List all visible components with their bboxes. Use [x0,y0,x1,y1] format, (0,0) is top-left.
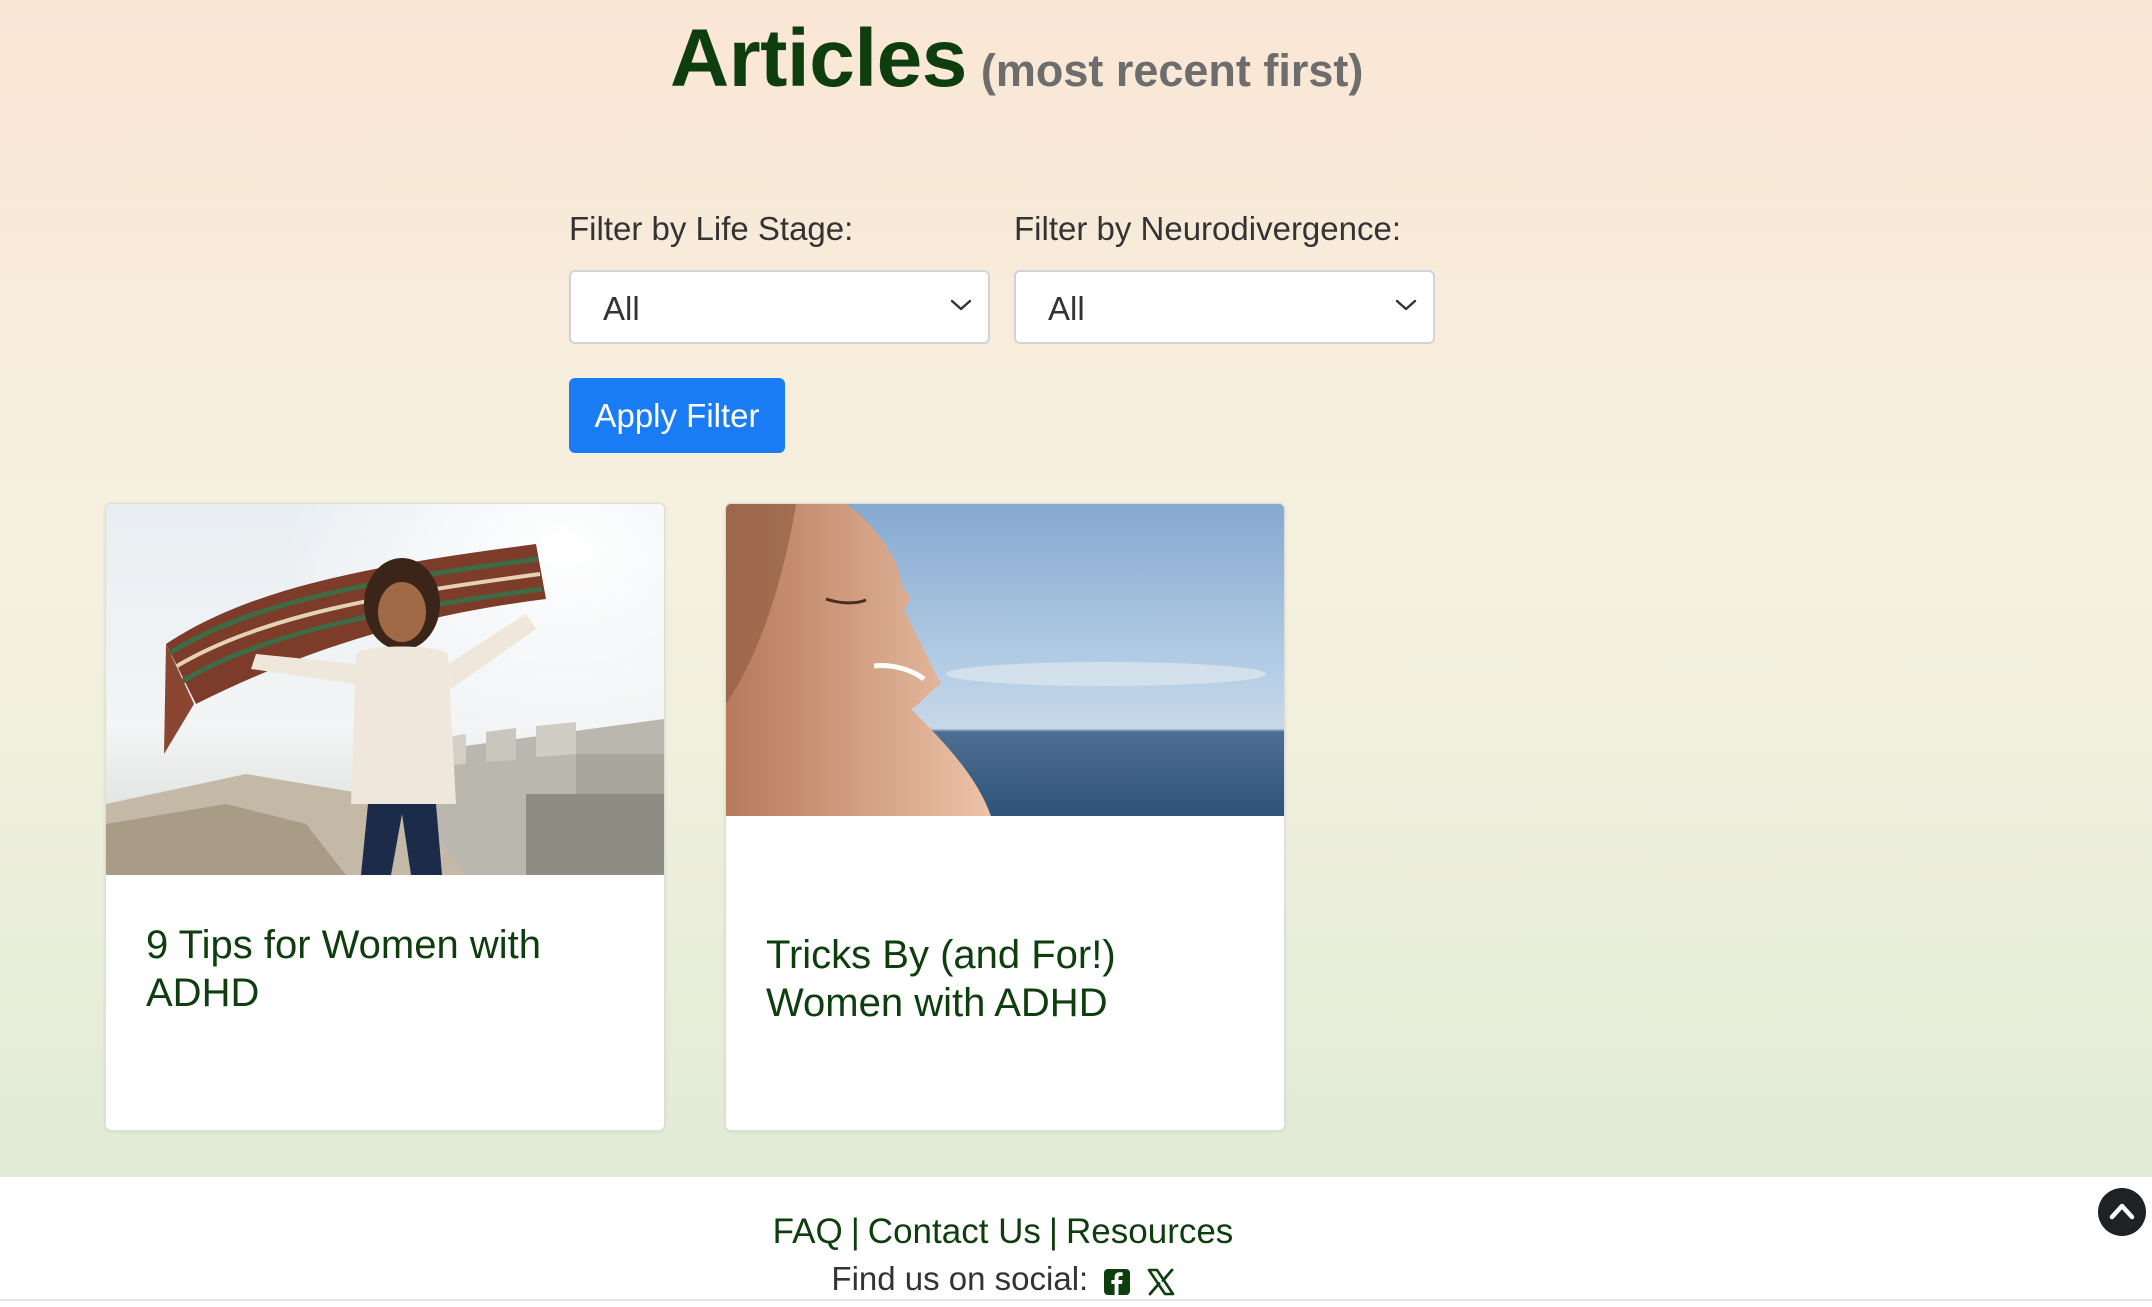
footer-links: FAQ | Contact Us | Resources [0,1212,2006,1252]
footer-separator: | [1048,1212,1059,1251]
article-card[interactable]: 9 Tips for Women with ADHD [105,503,665,1131]
social-label: Find us on social: [831,1260,1089,1297]
life-stage-filter-label: Filter by Life Stage: [569,210,854,247]
page-title: Articles [670,13,967,104]
scroll-to-top-button[interactable] [2098,1188,2146,1236]
facebook-icon[interactable] [1103,1268,1131,1296]
article-image-woman-face[interactable] [726,504,1284,816]
x-icon[interactable] [1147,1268,1175,1296]
apply-filter-button[interactable]: Apply Filter [569,378,785,453]
bottom-divider [0,1299,2152,1301]
footer-link-resources[interactable]: Resources [1066,1212,1233,1251]
neurodivergence-filter-label: Filter by Neurodivergence: [1014,210,1402,247]
page-heading: Articles (most recent first) [670,12,1363,106]
article-title[interactable]: Tricks By (and For!) Women with ADHD [766,931,1236,1027]
footer-link-faq[interactable]: FAQ [773,1212,843,1251]
article-title[interactable]: 9 Tips for Women with ADHD [146,921,616,1017]
life-stage-select[interactable]: All [569,270,990,344]
article-image-woman-scarf[interactable] [106,504,664,875]
footer: FAQ | Contact Us | Resources Find us on soci… [0,1177,2152,1307]
chevron-down-icon [950,299,972,311]
neurodivergence-select[interactable]: All [1014,270,1435,344]
main-content: Articles (most recent first) Filter by Li… [0,0,2152,1177]
footer-separator: | [850,1212,860,1251]
page-subtitle: (most recent first) [980,45,1364,96]
social-row: Find us on social: [0,1260,2006,1298]
chevron-up-icon [2109,1203,2135,1220]
neurodivergence-selected-value: All [1048,290,1085,327]
footer-link-contact[interactable]: Contact Us [868,1212,1041,1251]
chevron-down-icon [1395,299,1417,311]
article-card[interactable]: Tricks By (and For!) Women with ADHD [725,503,1285,1131]
life-stage-selected-value: All [603,290,640,327]
